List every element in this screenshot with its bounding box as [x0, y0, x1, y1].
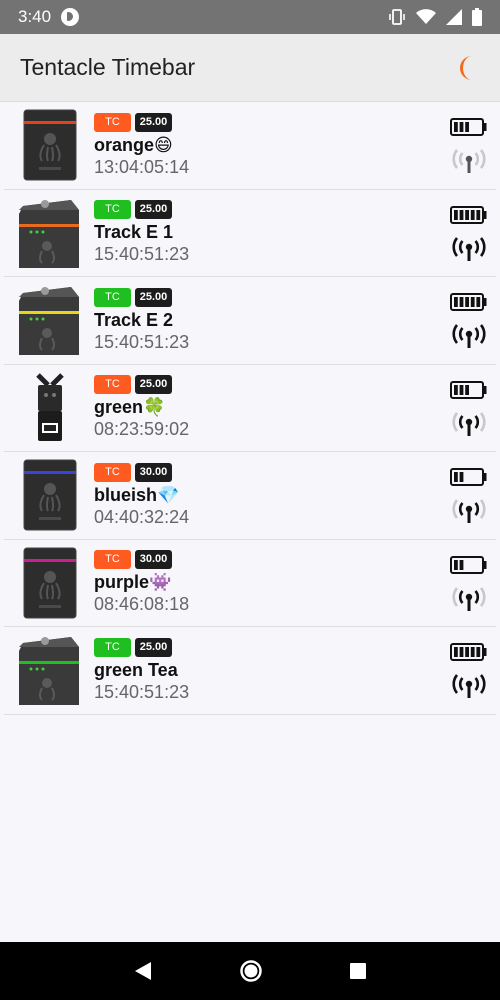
device-row[interactable]: TC 30.00 blueish💎 04:40:32:24 — [4, 452, 496, 540]
tc-badge: TC — [94, 112, 131, 132]
wifi-icon — [416, 9, 436, 24]
device-name: green Tea — [94, 659, 178, 680]
fps-badge: 30.00 — [135, 550, 172, 570]
badges: TC 25.00 — [94, 200, 189, 220]
device-row[interactable]: TC 25.00 green🍀 08:23:59:02 — [4, 365, 496, 452]
fps-badge: 25.00 — [135, 637, 172, 657]
timecode: 15:40:51:23 — [94, 244, 190, 265]
signal-icon — [450, 499, 488, 530]
badges: TC 30.00 — [94, 462, 189, 482]
device-status — [450, 380, 488, 443]
battery-icon — [450, 118, 488, 141]
fps-badge: 25.00 — [135, 200, 172, 220]
timecode: 08:46:08:18 — [94, 594, 190, 615]
device-info: TC 30.00 purple👾 08:46:08:18 — [94, 550, 189, 615]
device-thumbnail — [10, 105, 90, 185]
device-info: TC 30.00 blueish💎 04:40:32:24 — [94, 462, 190, 528]
fps-badge: 30.00 — [135, 462, 172, 482]
app-bar: Tentacle Timebar — [0, 34, 500, 102]
tc-badge: TC — [94, 200, 131, 220]
tc-badge: TC — [94, 462, 131, 482]
battery-icon — [450, 468, 488, 491]
device-thumbnail — [10, 455, 90, 535]
signal-icon — [450, 324, 488, 355]
tc-badge: TC — [94, 375, 131, 395]
status-bar: 3:40 — [0, 0, 500, 34]
device-row[interactable]: TC 25.00 green Tea 15:40:51:23 — [4, 627, 496, 715]
badges: TC 25.00 — [94, 637, 189, 657]
app-title: Tentacle Timebar — [20, 54, 196, 80]
signal-icon — [450, 586, 488, 618]
device-thumbnail — [10, 368, 90, 448]
device-status — [450, 468, 488, 530]
device-name: green🍀 — [94, 397, 166, 418]
signal-icon — [450, 411, 488, 443]
device-thumbnail — [10, 543, 90, 623]
fps-badge: 25.00 — [135, 375, 172, 395]
tc-badge: TC — [94, 550, 131, 570]
device-row[interactable]: TC 25.00 orange😄 13:04:05:14 — [4, 102, 496, 190]
device-status — [450, 118, 488, 180]
device-info: TC 25.00 Track E 1 15:40:51:23 — [94, 200, 189, 265]
device-info: TC 25.00 Track E 2 15:40:51:23 — [94, 287, 190, 353]
device-row[interactable]: TC 25.00 Track E 2 15:40:51:23 — [4, 277, 496, 365]
device-status — [450, 555, 488, 618]
signal-icon — [450, 674, 488, 705]
device-thumbnail — [10, 630, 90, 710]
timecode: 08:23:59:02 — [94, 419, 190, 440]
battery-icon — [450, 205, 488, 229]
signal-icon — [450, 149, 488, 180]
device-name: orange😄 — [94, 134, 173, 155]
home-icon[interactable] — [239, 959, 263, 983]
battery-status-icon — [472, 8, 482, 26]
device-status — [450, 293, 488, 355]
device-name: purple👾 — [94, 572, 172, 593]
badges: TC 25.00 — [94, 112, 189, 132]
device-name: Track E 1 — [94, 222, 174, 243]
device-info: TC 25.00 orange😄 13:04:05:14 — [94, 112, 190, 178]
signal-icon — [450, 236, 488, 268]
device-row[interactable]: TC 30.00 purple👾 08:46:08:18 — [4, 540, 496, 627]
device-thumbnail — [10, 280, 90, 360]
app-notification-icon — [61, 8, 80, 26]
battery-icon — [450, 293, 488, 316]
battery-icon — [450, 380, 488, 404]
timecode: 04:40:32:24 — [94, 506, 190, 527]
back-icon[interactable] — [133, 961, 153, 981]
device-list: TC 25.00 orange😄 13:04:05:14 TC 25.00 Tr… — [0, 102, 500, 715]
device-name: blueish💎 — [94, 484, 180, 505]
device-row[interactable]: TC 25.00 Track E 1 15:40:51:23 — [4, 190, 496, 277]
device-info: TC 25.00 green Tea 15:40:51:23 — [94, 637, 190, 703]
device-thumbnail — [10, 193, 90, 273]
timecode: 15:40:51:23 — [94, 331, 190, 352]
device-info: TC 25.00 green🍀 08:23:59:02 — [94, 375, 189, 440]
battery-icon — [450, 555, 488, 579]
device-name: Track E 2 — [94, 309, 174, 330]
tc-badge: TC — [94, 287, 131, 307]
device-status — [450, 205, 488, 268]
night-mode-icon[interactable] — [458, 55, 480, 81]
fps-badge: 25.00 — [135, 287, 172, 307]
status-time: 3:40 — [18, 7, 52, 26]
badges: TC 25.00 — [94, 375, 189, 395]
timecode: 13:04:05:14 — [94, 156, 190, 177]
navigation-bar — [0, 942, 500, 1000]
battery-icon — [450, 643, 488, 666]
device-status — [450, 643, 488, 705]
cell-signal-icon — [446, 9, 462, 25]
badges: TC 30.00 — [94, 550, 189, 570]
tc-badge: TC — [94, 637, 131, 657]
badges: TC 25.00 — [94, 287, 189, 307]
status-icons — [388, 8, 482, 26]
recents-icon[interactable] — [349, 962, 367, 980]
timecode: 15:40:51:23 — [94, 681, 190, 702]
vibrate-icon — [389, 9, 405, 25]
fps-badge: 25.00 — [135, 112, 172, 132]
